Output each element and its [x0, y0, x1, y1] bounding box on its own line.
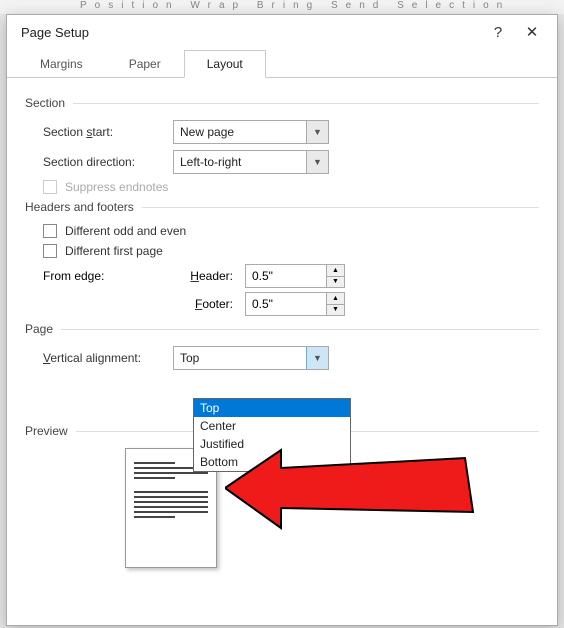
section-start-label: Section start: [43, 125, 173, 139]
page-group-label: Page [25, 322, 53, 336]
help-button[interactable]: ? [481, 24, 515, 41]
page-group-title: Page [25, 322, 539, 336]
option-bottom[interactable]: Bottom [194, 453, 350, 471]
tab-margins[interactable]: Margins [17, 50, 106, 78]
suppress-endnotes-row: Suppress endnotes [43, 180, 539, 194]
hf-group-label: Headers and footers [25, 200, 134, 214]
from-edge-label: From edge: [43, 269, 173, 283]
different-odd-even-label: Different odd and even [65, 224, 186, 238]
vertical-alignment-dropdown[interactable]: Top Center Justified Bottom [193, 398, 351, 472]
spinner-down-icon[interactable]: ▼ [327, 305, 344, 316]
different-first-page-label: Different first page [65, 244, 163, 258]
different-odd-even-checkbox[interactable] [43, 224, 57, 238]
different-first-page-checkbox[interactable] [43, 244, 57, 258]
footer-label: Footer: [173, 297, 233, 311]
section-group-label: Section [25, 96, 65, 110]
header-label: Header: [173, 269, 233, 283]
close-button[interactable]: ✕ [515, 23, 549, 41]
titlebar: Page Setup ? ✕ [7, 15, 557, 49]
footer-spinner[interactable]: 0.5" ▲▼ [245, 292, 345, 316]
headers-footers-group-title: Headers and footers [25, 200, 539, 214]
suppress-endnotes-label: Suppress endnotes [65, 180, 168, 194]
section-start-row: Section start: New page ▼ [43, 120, 539, 144]
vertical-alignment-value: Top [174, 351, 306, 365]
footer-edge-row: Footer: 0.5" ▲▼ [43, 292, 539, 316]
tab-layout[interactable]: Layout [184, 50, 266, 78]
vertical-alignment-label: Vertical alignment: [43, 351, 173, 365]
chevron-down-icon[interactable]: ▼ [306, 347, 328, 369]
different-odd-even-row[interactable]: Different odd and even [43, 224, 539, 238]
spinner-up-icon[interactable]: ▲ [327, 293, 344, 305]
section-group-title: Section [25, 96, 539, 110]
section-direction-label: Section direction: [43, 155, 173, 169]
spinner-up-icon[interactable]: ▲ [327, 265, 344, 277]
section-start-value: New page [174, 125, 306, 139]
header-spinner[interactable]: 0.5" ▲▼ [245, 264, 345, 288]
dialog-title: Page Setup [21, 25, 481, 40]
different-first-page-row[interactable]: Different first page [43, 244, 539, 258]
tab-strip: Margins Paper Layout [7, 49, 557, 78]
option-justified[interactable]: Justified [194, 435, 350, 453]
section-direction-value: Left-to-right [174, 155, 306, 169]
option-center[interactable]: Center [194, 417, 350, 435]
header-edge-row: From edge: Header: 0.5" ▲▼ [43, 264, 539, 288]
spinner-down-icon[interactable]: ▼ [327, 277, 344, 288]
page-setup-dialog: Page Setup ? ✕ Margins Paper Layout Sect… [6, 14, 558, 626]
ribbon-fragment: Position Wrap Bring Send Selection [0, 0, 564, 14]
tab-paper[interactable]: Paper [106, 50, 184, 78]
section-direction-select[interactable]: Left-to-right ▼ [173, 150, 329, 174]
preview-group-label: Preview [25, 424, 68, 438]
footer-value[interactable]: 0.5" [246, 293, 326, 315]
chevron-down-icon[interactable]: ▼ [306, 121, 328, 143]
section-start-select[interactable]: New page ▼ [173, 120, 329, 144]
option-top[interactable]: Top [194, 399, 350, 417]
header-value[interactable]: 0.5" [246, 265, 326, 287]
vertical-alignment-select[interactable]: Top ▼ [173, 346, 329, 370]
vertical-alignment-row: Vertical alignment: Top ▼ [43, 346, 539, 370]
section-direction-row: Section direction: Left-to-right ▼ [43, 150, 539, 174]
chevron-down-icon[interactable]: ▼ [306, 151, 328, 173]
suppress-endnotes-checkbox [43, 180, 57, 194]
dialog-body: Section Section start: New page ▼ Sectio… [7, 78, 557, 625]
